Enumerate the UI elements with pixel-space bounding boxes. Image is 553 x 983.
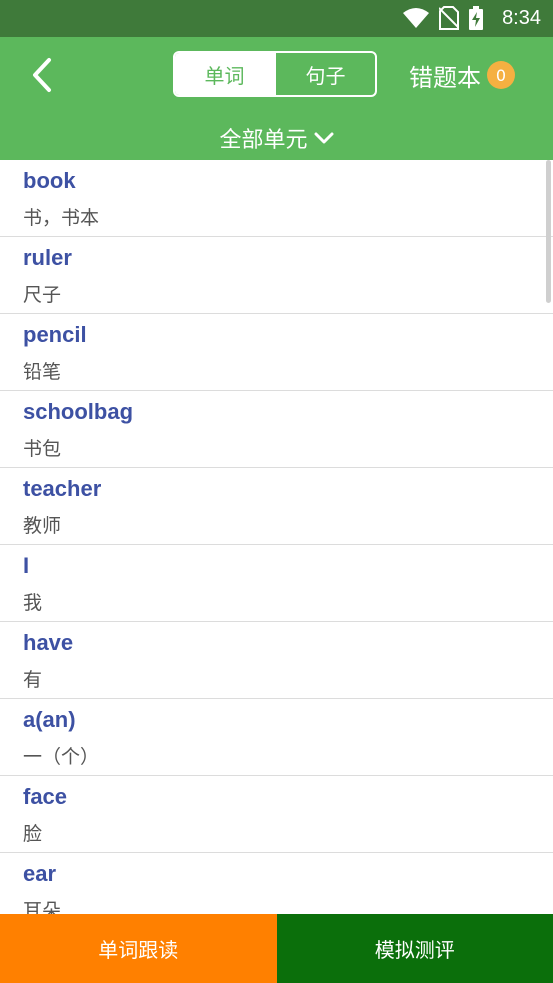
word-text: ear bbox=[23, 861, 57, 886]
word-item[interactable]: schoolbag 书包 bbox=[0, 391, 553, 468]
word-text: schoolbag bbox=[23, 399, 134, 424]
word-meaning: 一（个） bbox=[23, 746, 100, 768]
word-text: a(an) bbox=[23, 707, 76, 732]
mock-test-button[interactable]: 模拟测评 bbox=[276, 914, 553, 983]
word-meaning: 尺子 bbox=[23, 284, 62, 306]
word-text: ruler bbox=[23, 245, 72, 270]
wifi-icon bbox=[403, 8, 429, 28]
word-item[interactable]: pencil 铅笔 bbox=[0, 314, 553, 391]
word-item[interactable]: book 书，书本 bbox=[0, 160, 553, 237]
tab-switcher: 单词 句子 bbox=[173, 51, 377, 97]
status-bar: 8:34 bbox=[0, 0, 553, 37]
word-text: pencil bbox=[23, 322, 87, 347]
list-scrollbar[interactable] bbox=[546, 160, 551, 303]
battery-charging-icon bbox=[469, 6, 483, 30]
word-item[interactable]: I 我 bbox=[0, 545, 553, 622]
word-meaning: 书，书本 bbox=[23, 207, 100, 229]
word-meaning: 脸 bbox=[23, 823, 43, 845]
word-item[interactable]: teacher 教师 bbox=[0, 468, 553, 545]
word-text: face bbox=[23, 784, 68, 809]
app-header: 单词 句子 错题本 0 全部单元 bbox=[0, 37, 553, 160]
word-meaning: 铅笔 bbox=[23, 361, 62, 383]
word-meaning: 书包 bbox=[23, 438, 62, 460]
word-text: have bbox=[23, 630, 74, 655]
word-item[interactable]: ear 耳朵 bbox=[0, 853, 553, 914]
word-list[interactable]: book 书，书本 ruler 尺子 pencil 铅笔 schoolbag 书… bbox=[0, 160, 553, 914]
word-item[interactable]: have 有 bbox=[0, 622, 553, 699]
word-item[interactable]: a(an) 一（个） bbox=[0, 699, 553, 776]
word-meaning: 有 bbox=[23, 669, 43, 691]
word-meaning: 耳朵 bbox=[23, 900, 62, 914]
status-icons bbox=[403, 6, 483, 30]
unit-selector[interactable]: 全部单元 bbox=[0, 121, 553, 155]
word-meaning: 教师 bbox=[23, 515, 62, 537]
tab-sentences[interactable]: 句子 bbox=[274, 53, 375, 95]
tab-words[interactable]: 单词 bbox=[175, 53, 274, 95]
back-button[interactable] bbox=[22, 55, 62, 95]
no-sim-icon bbox=[439, 6, 459, 30]
word-meaning: 我 bbox=[23, 592, 43, 614]
word-text: I bbox=[23, 553, 30, 578]
wrong-book-button[interactable]: 错题本 0 bbox=[409, 59, 515, 92]
word-item[interactable]: face 脸 bbox=[0, 776, 553, 853]
follow-read-button[interactable]: 单词跟读 bbox=[0, 914, 277, 983]
wrong-book-label: 错题本 bbox=[409, 63, 481, 92]
unit-selector-label: 全部单元 bbox=[219, 128, 308, 153]
word-text: book bbox=[23, 168, 76, 193]
chevron-down-icon bbox=[314, 132, 333, 144]
chevron-left-icon bbox=[33, 58, 51, 92]
word-item[interactable]: ruler 尺子 bbox=[0, 237, 553, 314]
bottom-action-bar: 单词跟读 模拟测评 bbox=[0, 914, 553, 983]
word-text: teacher bbox=[23, 476, 102, 501]
status-time: 8:34 bbox=[502, 7, 541, 29]
wrong-count-badge: 0 bbox=[487, 61, 515, 89]
